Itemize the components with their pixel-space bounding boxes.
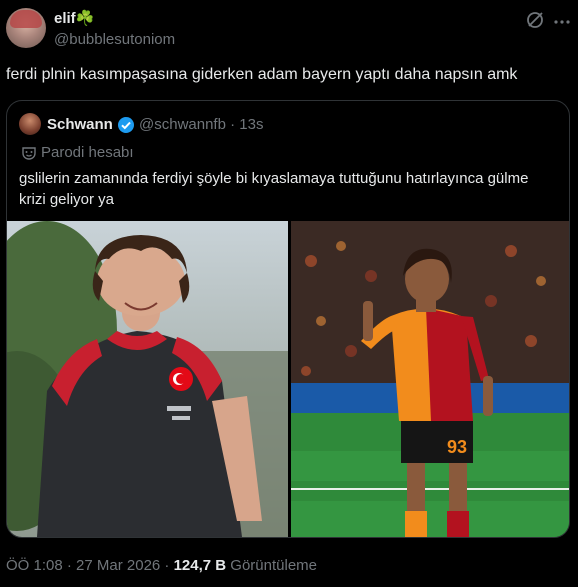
quote-author-name[interactable]: Schwann (47, 116, 113, 133)
author-avatar[interactable] (6, 8, 46, 48)
tweet-text: ferdi plnin kasımpaşasına giderken adam … (6, 66, 518, 83)
author-name[interactable]: elif☘️ (54, 9, 94, 27)
quoted-tweet[interactable]: Schwann @schwannfb · 13s Parodi hesabı g… (6, 100, 570, 538)
jersey-number-graphic: 93 (447, 437, 467, 457)
parody-mask-icon (22, 147, 36, 160)
timestamp-text[interactable]: ÖÖ 1:08 · 27 Mar 2026 · (6, 557, 174, 574)
quote-media[interactable]: 93 (7, 221, 569, 537)
verified-icon (118, 117, 134, 133)
quote-author-avatar[interactable] (19, 113, 41, 135)
author-handle[interactable]: @bubblesutoniom (54, 31, 175, 48)
photo-player-training[interactable] (7, 221, 288, 537)
quote-time[interactable]: 13s (239, 116, 263, 133)
views-count: 124,7 B (173, 557, 227, 574)
photo-player-match[interactable]: 93 (291, 221, 569, 537)
more-icon[interactable] (553, 13, 571, 31)
grok-icon[interactable] (525, 10, 545, 30)
quote-text: gslilerin zamanında ferdiyi şöyle bi kıy… (19, 170, 529, 208)
quote-author-handle[interactable]: @schwannfb (139, 116, 226, 133)
tweet-timestamp[interactable]: ÖÖ 1:08 · 27 Mar 2026 · 124,7 B Görüntül… (6, 557, 317, 574)
views-label: Görüntüleme (226, 557, 318, 574)
meta-separator: · (225, 116, 240, 133)
quote-meta: @schwannfb · 13s (139, 116, 263, 133)
parody-label: Parodi hesabı (41, 144, 134, 161)
